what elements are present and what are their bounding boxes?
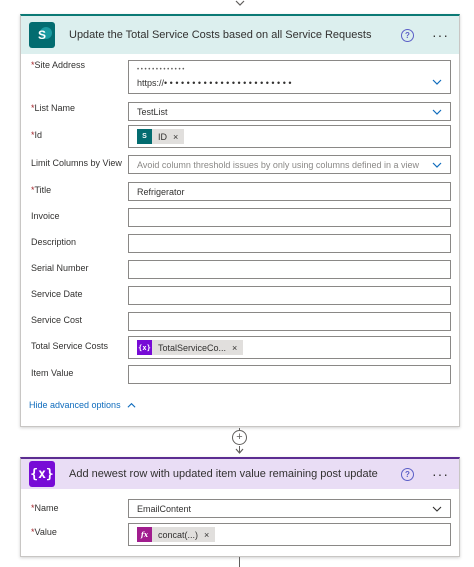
token-remove-icon[interactable]: × <box>173 132 178 142</box>
expression-fx-icon: fx <box>137 527 152 542</box>
variable-icon: {x} <box>137 340 152 355</box>
card-header[interactable]: S Update the Total Service Costs based o… <box>21 16 459 54</box>
service-cost-input[interactable] <box>128 312 451 331</box>
card-title: Update the Total Service Costs based on … <box>69 29 372 41</box>
site-address-line1: • • • • • • • • • • • • • <box>137 67 185 73</box>
serial-number-label: Serial Number <box>31 263 89 273</box>
service-cost-label: Service Cost <box>31 315 83 325</box>
chevron-up-icon <box>127 402 136 408</box>
card-header[interactable]: {x} Add newest row with updated item val… <box>21 459 459 489</box>
title-value: Refrigerator <box>137 186 185 197</box>
sharepoint-icon: S <box>137 129 152 144</box>
limit-columns-placeholder: Avoid column threshold issues by only us… <box>137 159 419 170</box>
more-options-icon[interactable]: ··· <box>432 28 449 42</box>
token-remove-icon[interactable]: × <box>204 530 209 540</box>
sharepoint-icon: S <box>29 22 55 48</box>
variable-icon: {x} <box>29 461 55 487</box>
name-value: EmailContent <box>137 503 192 514</box>
list-name-value: TestList <box>137 106 168 117</box>
site-address-label: *Site Address <box>31 60 86 70</box>
concat-token-label: concat(...) <box>158 529 199 540</box>
set-variable-action-card: {x} Add newest row with updated item val… <box>20 457 460 557</box>
item-value-label: Item Value <box>31 368 74 378</box>
help-icon[interactable]: ? <box>401 467 414 481</box>
help-icon[interactable]: ? <box>401 28 414 42</box>
hide-advanced-options-link[interactable]: Hide advanced options <box>29 400 136 410</box>
limit-columns-dropdown[interactable]: Avoid column threshold issues by only us… <box>128 155 451 174</box>
total-service-costs-label: Total Service Costs <box>31 341 109 351</box>
add-step-button[interactable]: + <box>232 430 247 445</box>
description-label: Description <box>31 237 77 247</box>
id-label: *Id <box>31 130 43 140</box>
connector-arrow-icon <box>235 448 244 454</box>
title-input[interactable]: Refrigerator <box>128 182 451 201</box>
list-name-label: *List Name <box>31 103 76 113</box>
token-remove-icon[interactable]: × <box>232 343 237 353</box>
value-label: *Value <box>31 527 57 537</box>
chevron-down-icon <box>432 506 442 512</box>
description-input[interactable] <box>128 234 451 253</box>
card-title: Add newest row with updated item value r… <box>69 468 378 480</box>
id-token-label: ID <box>158 131 167 142</box>
service-date-input[interactable] <box>128 286 451 305</box>
service-date-label: Service Date <box>31 289 83 299</box>
connector-line <box>239 557 240 567</box>
update-item-action-card: S Update the Total Service Costs based o… <box>20 14 460 427</box>
serial-number-input[interactable] <box>128 260 451 279</box>
limit-columns-label: Limit Columns by View <box>31 158 122 168</box>
chevron-down-icon <box>432 162 442 168</box>
list-name-dropdown[interactable]: TestList <box>128 102 451 121</box>
chevron-down-icon <box>432 109 442 115</box>
total-service-costs-input[interactable]: {x} TotalServiceCo... × <box>128 336 451 359</box>
id-input[interactable]: S ID × <box>128 125 451 148</box>
invoice-label: Invoice <box>31 211 60 221</box>
total-service-costs-token[interactable]: {x} TotalServiceCo... × <box>137 340 244 355</box>
item-value-input[interactable] <box>128 365 451 384</box>
hide-advanced-options-label: Hide advanced options <box>29 400 121 410</box>
concat-expression-token[interactable]: fx concat(...) × <box>137 527 216 542</box>
total-service-costs-token-label: TotalServiceCo... <box>158 342 227 353</box>
chevron-down-icon <box>432 79 442 85</box>
more-options-icon[interactable]: ··· <box>432 467 449 481</box>
invoice-input[interactable] <box>128 208 451 227</box>
value-input[interactable]: fx concat(...) × <box>128 523 451 546</box>
name-label: *Name <box>31 503 59 513</box>
title-label: *Title <box>31 185 52 195</box>
id-token[interactable]: S ID × <box>137 129 185 144</box>
site-address-line2: https://• • • • • • • • • • • • • • • • … <box>137 78 292 88</box>
connector-arrow-top <box>235 0 245 6</box>
site-address-dropdown[interactable]: • • • • • • • • • • • • • https://• • • … <box>128 60 451 94</box>
name-dropdown[interactable]: EmailContent <box>128 499 451 518</box>
